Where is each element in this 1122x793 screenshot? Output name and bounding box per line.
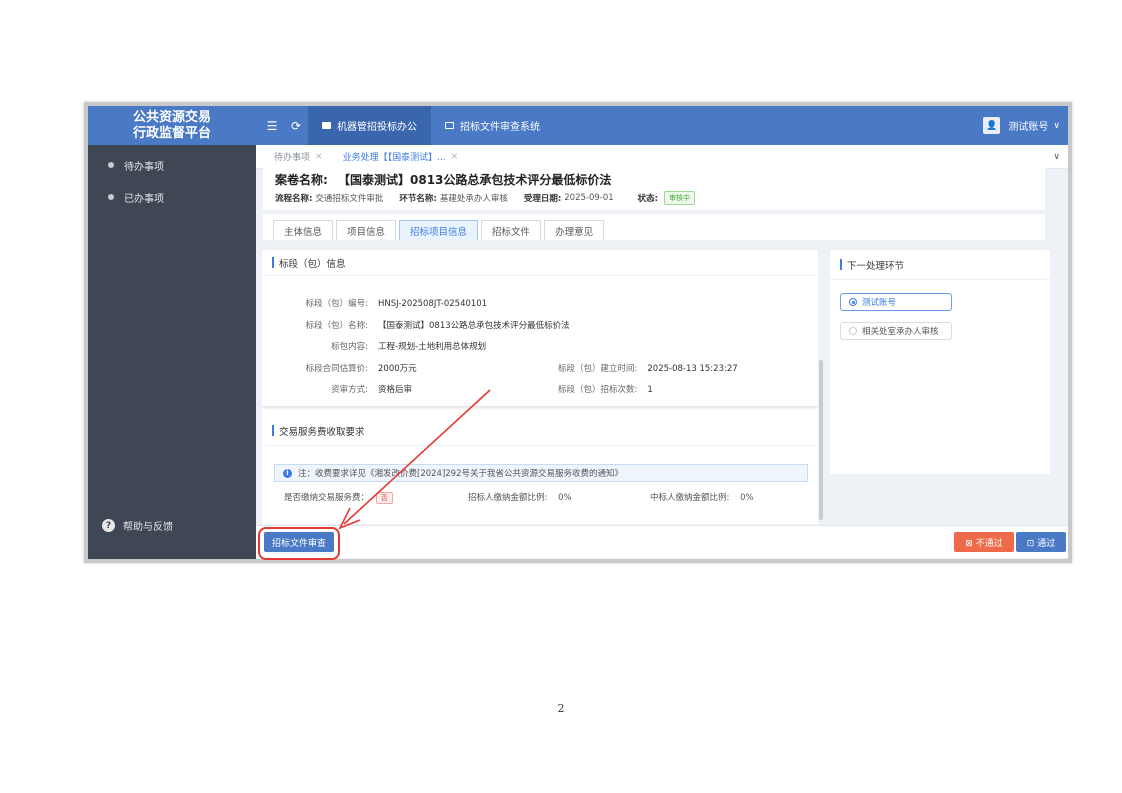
bottom-action-bar: 招标文件审查 ⊠ 不通过 ⊡ 通过 — [256, 525, 1068, 558]
fee-pay-label: 是否缴纳交易服务费： — [284, 493, 370, 503]
case-title: 案卷名称: 【国泰测试】0813公路总承包技术评分最低标价法 — [275, 171, 611, 188]
field-value: 工程-规划-土地利用总体规划 — [378, 342, 487, 352]
case-header: 案卷名称: 【国泰测试】0813公路总承包技术评分最低标价法 流程名称: 交通招… — [263, 166, 1045, 210]
fee-winner-value: 0% — [740, 493, 754, 503]
field-name: 标段（包）名称: 【国泰测试】0813公路总承包技术评分最低标价法 — [284, 319, 570, 331]
section-title: 标段（包）信息 — [262, 250, 818, 276]
field-price: 标段合同估算价: 2000万元 — [284, 362, 417, 374]
radio-label: 测试账号 — [862, 298, 897, 308]
status-badge: 审核中 — [664, 191, 696, 205]
field-label: 标段合同估算价: — [305, 364, 368, 374]
field-label: 标包内容: — [331, 342, 368, 352]
case-title-label: 案卷名称: — [275, 173, 328, 187]
tab-project-info[interactable]: 项目信息 — [336, 220, 397, 240]
case-title-value: 【国泰测试】0813公路总承包技术评分最低标价法 — [338, 173, 612, 187]
detail-tabs: 主体信息 项目信息 招标项目信息 招标文件 办理意见 — [263, 214, 1045, 240]
node-value: 基建处承办人审核 — [439, 194, 508, 204]
reject-label: 不通过 — [975, 538, 1003, 549]
tab-opinions[interactable]: 办理意见 — [544, 220, 605, 240]
field-label: 资审方式: — [331, 385, 368, 395]
radio-checked-icon — [849, 298, 857, 306]
tab-subject-info[interactable]: 主体信息 — [273, 220, 334, 240]
date-value: 2025-09-01 — [564, 193, 614, 203]
field-method: 资审方式: 资格后审 — [284, 383, 412, 395]
field-value: HNSJ-202508JT-02540101 — [378, 299, 488, 309]
field-label: 标段（包）建立时间: — [558, 364, 638, 374]
field-label: 标段（包）招标次数: — [558, 385, 638, 395]
radio-label: 相关处室承办人审核 — [862, 327, 939, 337]
case-meta: 流程名称: 交通招标文件审批 环节名称: 基建处承办人审核 受理日期: 2025… — [275, 191, 696, 205]
field-content: 标包内容: 工程-规划-土地利用总体规划 — [284, 340, 486, 352]
flow-value: 交通招标文件审批 — [315, 194, 384, 204]
field-value: 1 — [647, 385, 653, 395]
bid-section-info: 标段（包）信息 标段（包）编号: HNSJ-202508JT-02540101 标… — [262, 250, 818, 406]
main-card: 标段（包）信息 标段（包）编号: HNSJ-202508JT-02540101 标… — [262, 250, 818, 524]
field-count: 标段（包）招标次数: 1 — [558, 383, 653, 395]
flow-label: 流程名称: — [275, 194, 313, 204]
section-title: 交易服务费收取要求 — [262, 416, 818, 446]
next-step-panel: 下一处理环节 测试账号 相关处室承办人审核 — [830, 250, 1050, 474]
pass-icon: ⊡ — [1026, 538, 1038, 549]
fee-notice: i 注：收费要求详见《湘发改价费[2024]292号关于我省公共资源交易服务收费… — [274, 464, 808, 482]
field-created: 标段（包）建立时间: 2025-08-13 15:23:27 — [558, 362, 738, 374]
field-label: 标段（包）名称: — [305, 321, 368, 331]
field-value: 2025-08-13 15:23:27 — [647, 364, 738, 374]
bid-document-review-button[interactable]: 招标文件审查 — [264, 532, 335, 552]
fee-winner: 中标人缴纳金额比例: 0% — [650, 491, 754, 503]
notice-text: 注：收费要求详见《湘发改价费[2024]292号关于我省公共资源交易服务收费的通… — [298, 469, 623, 479]
radio-unchecked-icon — [849, 327, 857, 335]
tab-bid-documents[interactable]: 招标文件 — [481, 220, 542, 240]
fee-tenderer-label: 招标人缴纳金额比例: — [468, 493, 548, 503]
pass-button[interactable]: ⊡ 通过 — [1016, 532, 1066, 552]
scrollbar[interactable] — [819, 360, 823, 520]
fee-pay-badge: 否 — [375, 492, 393, 504]
reject-button[interactable]: ⊠ 不通过 — [954, 532, 1014, 552]
field-value: 【国泰测试】0813公路总承包技术评分最低标价法 — [378, 321, 570, 331]
radio-test-account[interactable]: 测试账号 — [840, 293, 952, 311]
content-area: 案卷名称: 【国泰测试】0813公路总承包技术评分最低标价法 流程名称: 交通招… — [88, 106, 1068, 559]
fee-tenderer: 招标人缴纳金额比例: 0% — [468, 491, 572, 503]
fee-section: 交易服务费收取要求 i 注：收费要求详见《湘发改价费[2024]292号关于我省… — [262, 416, 818, 524]
status-label: 状态: — [637, 194, 659, 204]
field-value: 资格后审 — [378, 385, 413, 395]
radio-office-review[interactable]: 相关处室承办人审核 — [840, 322, 952, 340]
field-value: 2000万元 — [378, 364, 417, 374]
date-label: 受理日期: — [523, 194, 562, 204]
fee-winner-label: 中标人缴纳金额比例: — [650, 493, 730, 503]
page-number: 2 — [557, 702, 565, 715]
fee-pay: 是否缴纳交易服务费： 否 — [284, 491, 393, 504]
tab-bid-project-info[interactable]: 招标项目信息 — [399, 220, 479, 240]
field-label: 标段（包）编号: — [305, 299, 368, 309]
node-label: 环节名称: — [399, 194, 437, 204]
next-step-title: 下一处理环节 — [830, 250, 1050, 280]
field-code: 标段（包）编号: HNSJ-202508JT-02540101 — [284, 297, 488, 309]
fee-tenderer-value: 0% — [558, 493, 572, 503]
reject-icon: ⊠ — [965, 538, 976, 549]
info-icon: i — [283, 468, 292, 478]
pass-label: 通过 — [1037, 538, 1056, 549]
